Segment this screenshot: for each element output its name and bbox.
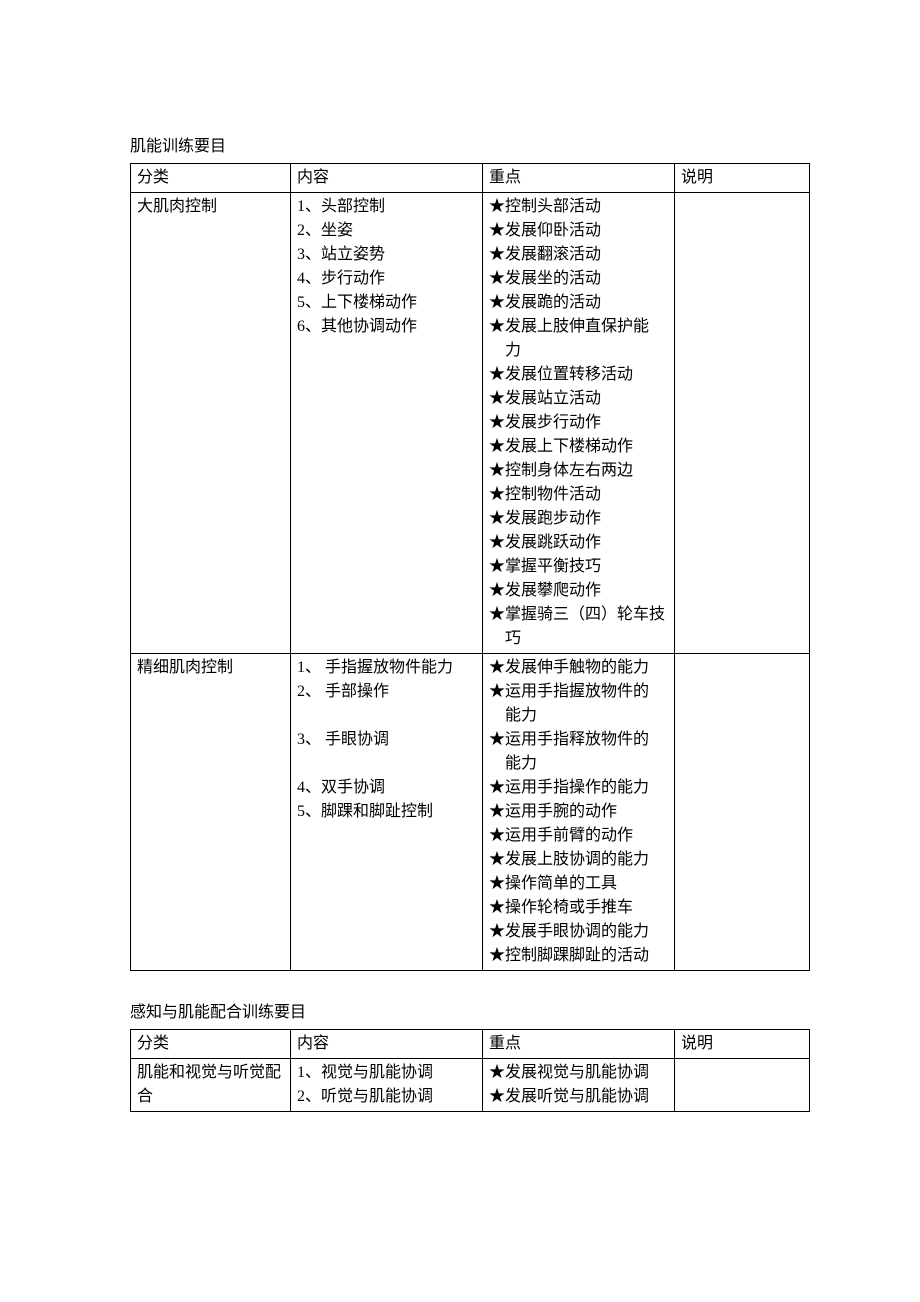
section1-table: 分类 内容 重点 说明 大肌肉控制 1、头部控制 2、坐姿 3、站立姿势 4、步… — [130, 163, 810, 971]
header-cell: 分类 — [131, 1030, 291, 1059]
category-cell: 肌能和视觉与听觉配合 — [131, 1059, 291, 1112]
category-cell: 大肌肉控制 — [131, 193, 291, 654]
table-row: 大肌肉控制 1、头部控制 2、坐姿 3、站立姿势 4、步行动作 5、上下楼梯动作… — [131, 193, 810, 654]
header-cell: 分类 — [131, 164, 291, 193]
content-cell: 1、 手指握放物件能力 2、 手部操作 3、 手眼协调 4、双手协调 5、脚踝和… — [291, 654, 483, 971]
focus-cell: ★发展伸手触物的能力 ★运用手指握放物件的 能力 ★运用手指释放物件的 能力 ★… — [483, 654, 675, 971]
header-cell: 说明 — [675, 1030, 810, 1059]
note-cell — [675, 1059, 810, 1112]
section2-title: 感知与肌能配合训练要目 — [130, 1001, 810, 1025]
table-row: 肌能和视觉与听觉配合 1、视觉与肌能协调 2、听觉与肌能协调 ★发展视觉与肌能协… — [131, 1059, 810, 1112]
section2-table: 分类 内容 重点 说明 肌能和视觉与听觉配合 1、视觉与肌能协调 2、听觉与肌能… — [130, 1029, 810, 1112]
table-row: 精细肌肉控制 1、 手指握放物件能力 2、 手部操作 3、 手眼协调 4、双手协… — [131, 654, 810, 971]
category-cell: 精细肌肉控制 — [131, 654, 291, 971]
section1-title: 肌能训练要目 — [130, 135, 810, 159]
note-cell — [675, 654, 810, 971]
focus-cell: ★发展视觉与肌能协调 ★发展听觉与肌能协调 — [483, 1059, 675, 1112]
header-cell: 内容 — [291, 164, 483, 193]
header-cell: 内容 — [291, 1030, 483, 1059]
note-cell — [675, 193, 810, 654]
table-header-row: 分类 内容 重点 说明 — [131, 1030, 810, 1059]
focus-cell: ★控制头部活动 ★发展仰卧活动 ★发展翻滚活动 ★发展坐的活动 ★发展跪的活动 … — [483, 193, 675, 654]
header-cell: 重点 — [483, 164, 675, 193]
header-cell: 说明 — [675, 164, 810, 193]
table-header-row: 分类 内容 重点 说明 — [131, 164, 810, 193]
content-cell: 1、头部控制 2、坐姿 3、站立姿势 4、步行动作 5、上下楼梯动作 6、其他协… — [291, 193, 483, 654]
header-cell: 重点 — [483, 1030, 675, 1059]
document-page: 肌能训练要目 分类 内容 重点 说明 大肌肉控制 1、头部控制 2、坐姿 3、站… — [0, 0, 920, 1112]
content-cell: 1、视觉与肌能协调 2、听觉与肌能协调 — [291, 1059, 483, 1112]
